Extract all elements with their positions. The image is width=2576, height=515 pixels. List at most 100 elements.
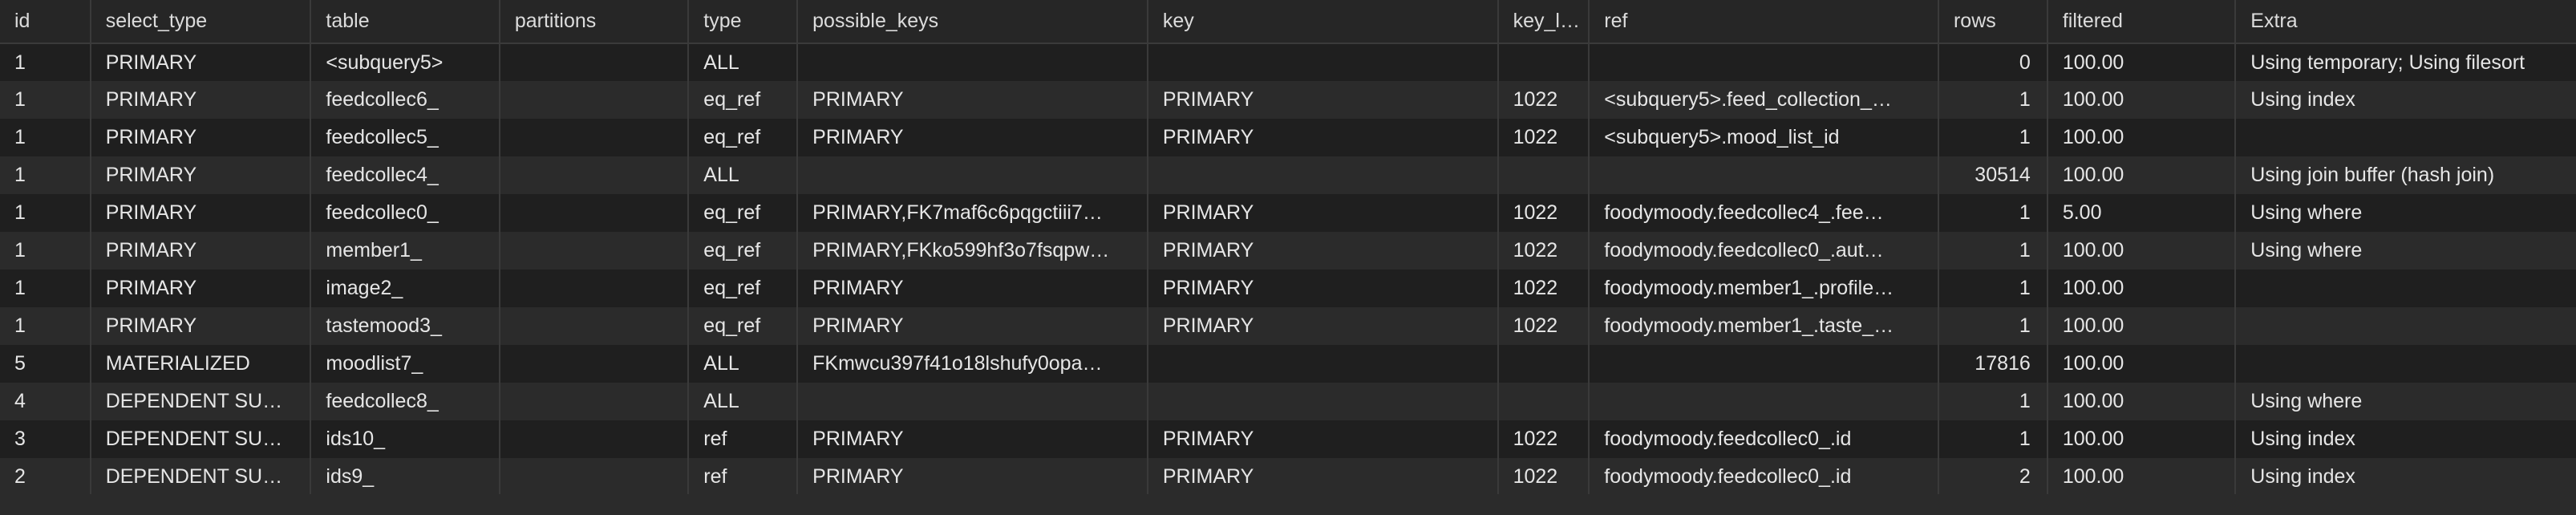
column-header-partitions[interactable]: partitions (499, 0, 690, 44)
cell-select-type[interactable]: PRIMARY (90, 119, 312, 156)
cell-type[interactable]: eq_ref (688, 232, 799, 270)
cell-ref[interactable]: foodymoody.feedcollec0_.id (1589, 420, 1939, 458)
cell-ref[interactable] (1589, 156, 1939, 194)
cell-filtered[interactable]: 100.00 (2047, 458, 2237, 496)
cell-extra[interactable]: Using where (2235, 383, 2576, 420)
cell-partitions[interactable] (499, 307, 690, 345)
cell-extra[interactable]: Using index (2235, 420, 2576, 458)
cell-id[interactable]: 4 (0, 383, 91, 420)
cell-key-l[interactable] (1497, 383, 1590, 420)
cell-key-l[interactable] (1497, 345, 1590, 383)
table-row[interactable]: 1 PRIMARY member1_ eq_ref PRIMARY,FKko599hf3… (0, 232, 2576, 270)
cell-filtered[interactable]: 100.00 (2047, 156, 2237, 194)
cell-id[interactable]: 1 (0, 307, 91, 345)
cell-extra[interactable] (2235, 119, 2576, 156)
cell-possible-keys[interactable]: PRIMARY (797, 458, 1148, 496)
cell-possible-keys[interactable]: PRIMARY (797, 307, 1148, 345)
cell-key-l[interactable] (1497, 156, 1590, 194)
cell-rows[interactable]: 1 (1938, 194, 2048, 232)
cell-ref[interactable]: <subquery5>.mood_list_id (1589, 119, 1939, 156)
cell-ref[interactable]: foodymoody.feedcollec0_.id (1589, 458, 1939, 496)
cell-select-type[interactable]: PRIMARY (90, 232, 312, 270)
cell-rows[interactable]: 0 (1938, 43, 2048, 81)
cell-select-type[interactable]: PRIMARY (90, 194, 312, 232)
cell-partitions[interactable] (499, 345, 690, 383)
cell-extra[interactable] (2235, 307, 2576, 345)
column-header-id[interactable]: id (0, 0, 91, 44)
cell-ref[interactable]: foodymoody.feedcollec4_.fee… (1589, 194, 1939, 232)
table-row[interactable]: 1 PRIMARY feedcollec0_ eq_ref PRIMARY,FK7maf… (0, 194, 2576, 232)
cell-filtered[interactable]: 100.00 (2047, 81, 2237, 119)
cell-rows[interactable]: 1 (1938, 307, 2048, 345)
cell-filtered[interactable]: 100.00 (2047, 232, 2237, 270)
cell-key-l[interactable]: 1022 (1497, 119, 1590, 156)
cell-select-type[interactable]: PRIMARY (90, 156, 312, 194)
cell-type[interactable]: ALL (688, 156, 799, 194)
cell-ref[interactable] (1589, 383, 1939, 420)
column-header-table[interactable]: table (310, 0, 500, 44)
cell-filtered[interactable]: 100.00 (2047, 119, 2237, 156)
column-header-key[interactable]: key (1147, 0, 1499, 44)
table-row[interactable]: 1 PRIMARY image2_ eq_ref PRIMARY PRIMARY 1022 f… (0, 270, 2576, 307)
cell-key[interactable]: PRIMARY (1147, 458, 1499, 496)
table-row[interactable]: 5 MATERIALIZED moodlist7_ ALL FKmwcu397f41o1… (0, 345, 2576, 383)
cell-select-type[interactable]: MATERIALIZED (90, 345, 312, 383)
cell-key-l[interactable]: 1022 (1497, 194, 1590, 232)
cell-possible-keys[interactable]: PRIMARY (797, 420, 1148, 458)
cell-table[interactable]: <subquery5> (310, 43, 500, 81)
cell-table[interactable]: feedcollec6_ (310, 81, 500, 119)
table-row[interactable]: 4 DEPENDENT SU… feedcollec8_ ALL 1 100.00 Usin… (0, 383, 2576, 420)
cell-rows[interactable]: 1 (1938, 270, 2048, 307)
cell-possible-keys[interactable]: PRIMARY,FK7maf6c6pqgctiii7… (797, 194, 1148, 232)
cell-possible-keys[interactable]: PRIMARY (797, 81, 1148, 119)
cell-extra[interactable]: Using where (2235, 194, 2576, 232)
cell-table[interactable]: feedcollec5_ (310, 119, 500, 156)
cell-type[interactable]: eq_ref (688, 270, 799, 307)
cell-rows[interactable]: 30514 (1938, 156, 2048, 194)
cell-type[interactable]: eq_ref (688, 119, 799, 156)
cell-type[interactable]: ref (688, 420, 799, 458)
cell-type[interactable]: ALL (688, 43, 799, 81)
cell-table[interactable]: feedcollec4_ (310, 156, 500, 194)
cell-key[interactable]: PRIMARY (1147, 81, 1499, 119)
cell-select-type[interactable]: DEPENDENT SU… (90, 458, 312, 496)
cell-key-l[interactable]: 1022 (1497, 81, 1590, 119)
table-row[interactable]: 2 DEPENDENT SU… ids9_ ref PRIMARY PRIMARY 1022… (0, 458, 2576, 496)
cell-type[interactable]: ref (688, 458, 799, 496)
table-row[interactable]: 1 PRIMARY tastemood3_ eq_ref PRIMARY PRIMARY 1… (0, 307, 2576, 345)
cell-ref[interactable]: foodymoody.feedcollec0_.aut… (1589, 232, 1939, 270)
cell-key-l[interactable]: 1022 (1497, 232, 1590, 270)
cell-rows[interactable]: 17816 (1938, 345, 2048, 383)
cell-key-l[interactable]: 1022 (1497, 270, 1590, 307)
cell-possible-keys[interactable] (797, 43, 1148, 81)
cell-id[interactable]: 1 (0, 81, 91, 119)
cell-extra[interactable] (2235, 345, 2576, 383)
cell-partitions[interactable] (499, 270, 690, 307)
cell-ref[interactable] (1589, 43, 1939, 81)
column-header-type[interactable]: type (688, 0, 799, 44)
cell-id[interactable]: 1 (0, 232, 91, 270)
cell-table[interactable]: image2_ (310, 270, 500, 307)
cell-select-type[interactable]: DEPENDENT SU… (90, 420, 312, 458)
column-header-possible-keys[interactable]: possible_keys (797, 0, 1148, 44)
cell-filtered[interactable]: 5.00 (2047, 194, 2237, 232)
cell-key[interactable]: PRIMARY (1147, 194, 1499, 232)
column-header-filtered[interactable]: filtered (2047, 0, 2237, 44)
cell-possible-keys[interactable]: FKmwcu397f41o18lshufy0opa… (797, 345, 1148, 383)
cell-filtered[interactable]: 100.00 (2047, 270, 2237, 307)
cell-table[interactable]: ids9_ (310, 458, 500, 496)
cell-id[interactable]: 1 (0, 119, 91, 156)
cell-ref[interactable]: foodymoody.member1_.profile… (1589, 270, 1939, 307)
cell-possible-keys[interactable]: PRIMARY (797, 119, 1148, 156)
cell-key-l[interactable]: 1022 (1497, 307, 1590, 345)
cell-partitions[interactable] (499, 232, 690, 270)
table-row[interactable]: 1 PRIMARY feedcollec4_ ALL 30514 100.00 Using … (0, 156, 2576, 194)
cell-type[interactable]: eq_ref (688, 81, 799, 119)
cell-ref[interactable]: <subquery5>.feed_collection_… (1589, 81, 1939, 119)
cell-filtered[interactable]: 100.00 (2047, 43, 2237, 81)
cell-extra[interactable]: Using where (2235, 232, 2576, 270)
cell-type[interactable]: ALL (688, 383, 799, 420)
cell-select-type[interactable]: PRIMARY (90, 307, 312, 345)
cell-id[interactable]: 1 (0, 43, 91, 81)
column-header-ref[interactable]: ref (1589, 0, 1939, 44)
